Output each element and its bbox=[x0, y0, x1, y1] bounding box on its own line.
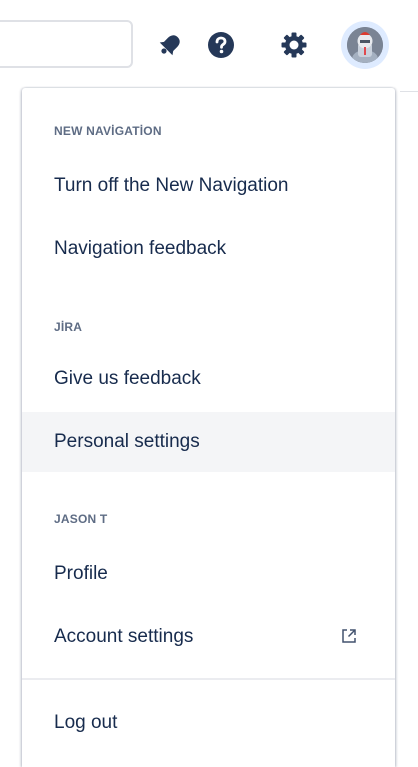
menu-item-label: Navigation feedback bbox=[54, 238, 227, 259]
section-heading-jira: JİRA bbox=[54, 320, 83, 334]
header-divider bbox=[400, 91, 418, 92]
menu-item-account-settings[interactable]: Account settings bbox=[22, 607, 395, 667]
menu-item-give-us-feedback[interactable]: Give us feedback bbox=[22, 349, 395, 409]
profile-button[interactable] bbox=[341, 21, 389, 69]
gear-icon bbox=[280, 31, 308, 59]
bell-icon bbox=[155, 30, 185, 60]
menu-item-turn-off-new-navigation[interactable]: Turn off the New Navigation bbox=[22, 156, 395, 216]
search-input[interactable] bbox=[0, 22, 131, 66]
jira-page: NEW NAVİGATİON Turn off the New Navigati… bbox=[0, 0, 418, 767]
menu-item-label: Profile bbox=[54, 563, 108, 584]
section-heading-user: JASON T bbox=[54, 512, 108, 526]
menu-item-label: Log out bbox=[54, 712, 118, 733]
question-circle-icon bbox=[206, 30, 236, 60]
profile-dropdown-menu: NEW NAVİGATİON Turn off the New Navigati… bbox=[22, 88, 395, 767]
menu-item-label: Personal settings bbox=[54, 431, 200, 452]
avatar bbox=[347, 27, 383, 63]
menu-item-navigation-feedback[interactable]: Navigation feedback bbox=[22, 219, 395, 279]
top-navigation-bar bbox=[0, 0, 418, 96]
menu-item-log-out[interactable]: Log out bbox=[22, 693, 395, 753]
help-button[interactable] bbox=[201, 25, 241, 65]
notifications-button[interactable] bbox=[150, 25, 190, 65]
menu-item-personal-settings[interactable]: Personal settings bbox=[22, 412, 395, 472]
menu-item-profile[interactable]: Profile bbox=[22, 544, 395, 604]
menu-item-label: Turn off the New Navigation bbox=[54, 175, 289, 196]
menu-divider bbox=[22, 678, 395, 680]
search-box[interactable] bbox=[0, 20, 133, 68]
settings-button[interactable] bbox=[274, 25, 314, 65]
menu-item-label: Account settings bbox=[54, 626, 194, 647]
external-link-icon bbox=[340, 627, 358, 651]
section-heading-new-navigation: NEW NAVİGATİON bbox=[54, 124, 162, 138]
menu-item-label: Give us feedback bbox=[54, 368, 201, 389]
